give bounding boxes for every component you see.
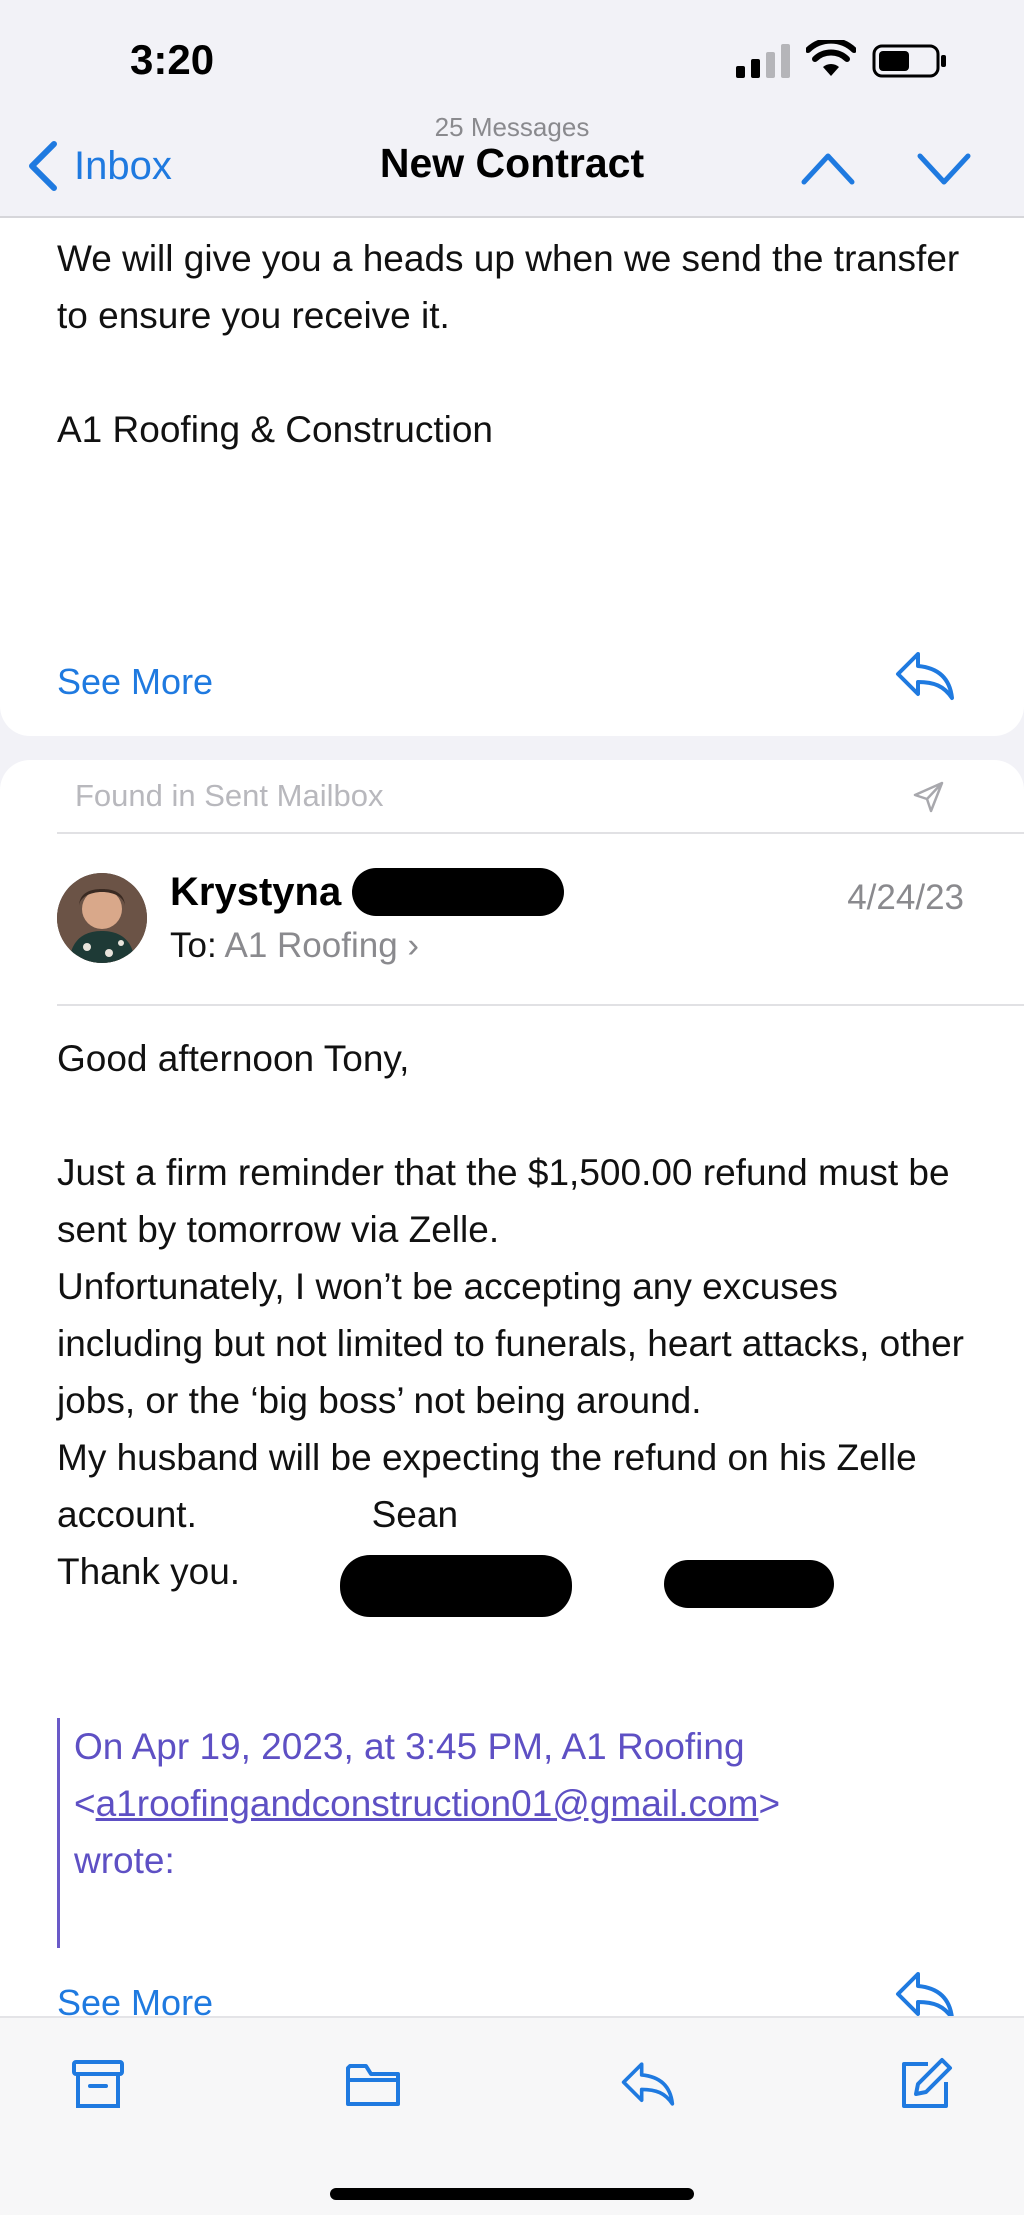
quote-prefix: On Apr 19, 2023, at 3:45 PM, A1 Roofing: [74, 1726, 745, 1767]
avatar[interactable]: [57, 873, 147, 963]
battery-icon: [872, 44, 946, 78]
sender-name: Krystyna: [170, 870, 342, 914]
wifi-icon: [806, 40, 856, 76]
message-date: 4/24/23: [847, 878, 964, 917]
reply-icon[interactable]: [894, 648, 956, 704]
message-body: Good afternoon Tony, Just a firm reminde…: [57, 1038, 965, 1592]
divider: [57, 1004, 1024, 1006]
see-more-link[interactable]: See More: [57, 1982, 213, 2020]
quote-suffix: wrote:: [74, 1840, 175, 1881]
message-card-2: Found in Sent Mailbox Krystyna To: A1 Ro…: [0, 760, 1024, 2020]
redaction-scribble: [352, 868, 564, 916]
quote-header: On Apr 19, 2023, at 3:45 PM, A1 Roofing …: [74, 1726, 781, 1881]
recipient-line[interactable]: To: A1 Roofing ›: [170, 926, 419, 966]
message-count: 25 Messages: [434, 112, 590, 142]
back-label: Inbox: [74, 143, 172, 188]
home-indicator: [330, 2188, 694, 2200]
chevron-right-icon: ›: [407, 926, 420, 965]
inbox-back-button[interactable]: Inbox: [26, 140, 172, 192]
status-bar: 3:20: [0, 0, 1024, 110]
redaction-scribble: [664, 1560, 834, 1608]
compose-icon[interactable]: [898, 2056, 954, 2112]
quoted-reply: On Apr 19, 2023, at 3:45 PM, A1 Roofing …: [57, 1718, 957, 1948]
redaction-scribble: [340, 1555, 572, 1617]
found-in-label: Found in Sent Mailbox: [75, 778, 384, 813]
recipient-name: A1 Roofing: [224, 926, 398, 965]
nav-bar: 25 Messages New Contract Inbox: [0, 110, 1024, 218]
chevron-up-icon[interactable]: [800, 148, 856, 188]
cellular-signal-icon: [736, 44, 790, 78]
to-prefix: To:: [170, 926, 217, 965]
avatar-photo: [57, 873, 147, 963]
reply-icon[interactable]: [620, 2056, 676, 2112]
chevron-left-icon: [29, 141, 57, 191]
message-card-1: We will give you a heads up when we send…: [0, 218, 1024, 736]
chevron-down-icon[interactable]: [916, 148, 972, 188]
status-time: 3:20: [130, 36, 215, 83]
bottom-toolbar: [0, 2016, 1024, 2215]
see-more-link[interactable]: See More: [57, 661, 213, 703]
archive-icon[interactable]: [70, 2056, 126, 2112]
message-body: We will give you a heads up when we send…: [57, 238, 960, 450]
quote-email-link[interactable]: a1roofingandconstruction01@gmail.com: [96, 1783, 759, 1824]
folder-icon[interactable]: [345, 2056, 401, 2112]
sent-icon: [913, 781, 944, 813]
divider: [57, 832, 1024, 834]
reply-icon[interactable]: [894, 1968, 956, 2020]
